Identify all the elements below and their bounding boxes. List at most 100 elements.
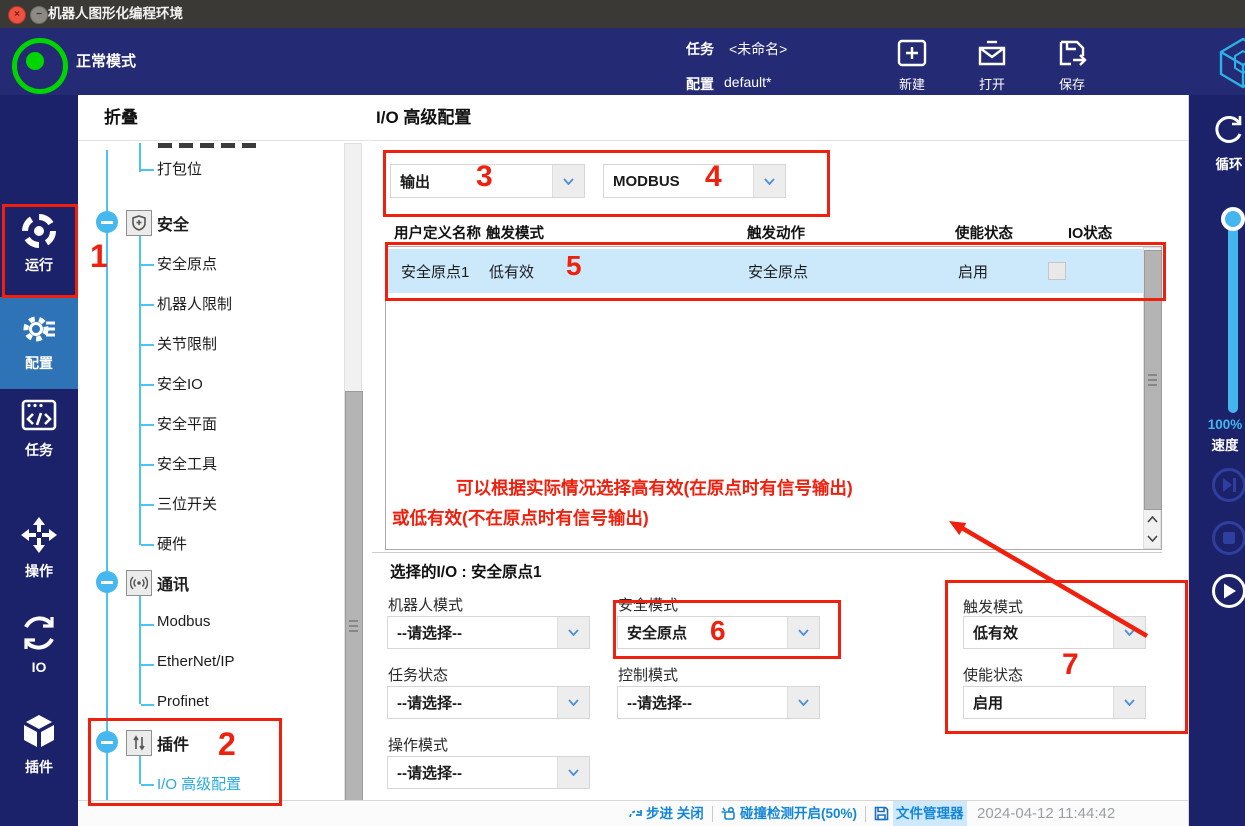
sidebar-item-config[interactable]: 配置	[0, 353, 78, 373]
selected-io-label: 选择的I/O : 安全原点1	[390, 560, 542, 582]
annotation-box-6	[613, 600, 841, 659]
chevron-down-icon	[557, 617, 589, 648]
title-bar: × − 机器人图形化编程环境	[0, 0, 1245, 29]
tree-item-safety-home[interactable]: 安全原点	[157, 253, 217, 274]
task-state-value: --请选择--	[388, 687, 557, 718]
step-mode-icon	[628, 806, 644, 822]
step-mode-status[interactable]: 步进 关闭	[646, 801, 704, 826]
mode-indicator-icon	[12, 38, 68, 94]
antenna-icon	[126, 570, 152, 596]
tree-item-profinet[interactable]: Profinet	[157, 693, 209, 710]
operate-mode-select[interactable]: --请选择--	[387, 756, 590, 789]
tree-item-ethernet-ip[interactable]: EtherNet/IP	[157, 653, 235, 670]
collapse-button[interactable]: 折叠	[78, 95, 369, 141]
control-mode-select[interactable]: --请选择--	[617, 686, 820, 719]
plugin-cube-icon[interactable]	[19, 711, 59, 751]
speed-value: 100%	[1199, 417, 1245, 432]
collapse-minus-icon[interactable]	[96, 211, 118, 233]
tree-item-clipped[interactable]	[158, 143, 262, 148]
tree-scrollbar-thumb[interactable]	[345, 391, 363, 826]
col-header-trigger-action: 触发动作	[747, 222, 805, 243]
config-label: 配置	[686, 74, 714, 94]
save-button-label: 保存	[1053, 74, 1091, 93]
page-title: I/O 高级配置	[370, 95, 1188, 141]
sidebar-item-io[interactable]: IO	[0, 659, 78, 675]
move-arrows-icon[interactable]	[19, 515, 59, 555]
save-button[interactable]: 保存	[1053, 34, 1091, 92]
task-label: 任务	[686, 39, 714, 59]
tree-item-three-position-switch[interactable]: 三位开关	[157, 493, 217, 514]
new-file-icon	[895, 36, 929, 70]
save-icon	[1055, 36, 1089, 70]
tree-group-communication[interactable]: 通讯	[157, 571, 189, 595]
task-code-icon[interactable]	[19, 395, 59, 435]
step-forward-icon[interactable]	[1211, 467, 1245, 503]
minimize-icon[interactable]: −	[30, 6, 48, 24]
sidebar-item-operate[interactable]: 操作	[0, 561, 78, 581]
tree-group-safety[interactable]: 安全	[157, 211, 189, 235]
collision-detect-status[interactable]: 碰撞检测开启(50%)	[740, 801, 857, 826]
speed-label: 速度	[1199, 434, 1245, 454]
open-button[interactable]: 打开	[973, 34, 1011, 92]
speed-slider[interactable]	[1228, 218, 1238, 413]
gear-icon[interactable]	[19, 309, 59, 349]
col-header-name: 用户定义名称	[394, 222, 481, 243]
tree-item-safety-tool[interactable]: 安全工具	[157, 453, 217, 474]
tree-scrollbar[interactable]	[344, 143, 362, 826]
file-manager-icon	[873, 805, 890, 822]
annotation-number-6: 6	[710, 615, 726, 647]
speed-slider-thumb[interactable]	[1221, 207, 1245, 231]
annotation-note-line1: 可以根据实际情况选择高有效(在原点时有信号输出)	[456, 475, 853, 500]
stop-icon[interactable]	[1211, 520, 1245, 556]
collision-detect-icon	[720, 805, 737, 822]
window-title: 机器人图形化编程环境	[48, 0, 183, 28]
tree-item-robot-limits[interactable]: 机器人限制	[157, 293, 232, 314]
separator	[865, 806, 866, 822]
operate-mode-value: --请选择--	[388, 757, 557, 788]
annotation-number-5: 5	[566, 250, 582, 282]
task-state-label: 任务状态	[388, 664, 448, 685]
config-value: default*	[724, 74, 771, 90]
brand-logo-icon	[1213, 33, 1245, 93]
datetime: 2024-04-12 11:44:42	[977, 801, 1115, 826]
loop-icon[interactable]	[1211, 112, 1245, 148]
config-tree-panel: 折叠 打包位 安全 安全原点 机器人限制 关节限制 安全IO 安全平面 安全工具	[78, 95, 371, 800]
chevron-down-icon	[787, 687, 819, 718]
tree-item-modbus[interactable]: Modbus	[157, 613, 210, 630]
annotation-arrow	[900, 500, 1180, 660]
annotation-note-line2: 或低有效(不在原点时有信号输出)	[392, 505, 649, 530]
tree-item-safety-planes[interactable]: 安全平面	[157, 413, 217, 434]
operate-mode-label: 操作模式	[388, 734, 448, 755]
annotation-number-2: 2	[218, 726, 236, 763]
file-manager-link[interactable]: 文件管理器	[893, 801, 967, 826]
separator	[712, 806, 713, 822]
close-icon[interactable]: ×	[8, 6, 26, 24]
annotation-number-1: 1	[90, 238, 108, 275]
sidebar-item-plugin[interactable]: 插件	[0, 757, 78, 777]
control-mode-value: --请选择--	[618, 687, 787, 718]
tree-item-joint-limits[interactable]: 关节限制	[157, 333, 217, 354]
chevron-down-icon	[557, 757, 589, 788]
new-button-label: 新建	[893, 74, 931, 93]
shield-icon	[126, 210, 152, 236]
io-cycle-icon[interactable]	[19, 613, 59, 653]
col-header-io-state: IO状态	[1068, 222, 1112, 243]
annotation-box-1	[2, 204, 78, 298]
open-file-icon	[975, 36, 1009, 70]
play-icon[interactable]	[1211, 573, 1245, 609]
tree-item-safety-io[interactable]: 安全IO	[157, 373, 203, 394]
mode-label: 正常模式	[76, 50, 136, 71]
task-state-select[interactable]: --请选择--	[387, 686, 590, 719]
tree-item-hardware[interactable]: 硬件	[157, 533, 187, 554]
collapse-minus-icon[interactable]	[96, 571, 118, 593]
annotation-box-5	[385, 242, 1166, 301]
new-button[interactable]: 新建	[893, 34, 931, 92]
control-mode-label: 控制模式	[618, 664, 678, 685]
tree-item-pack-position[interactable]: 打包位	[157, 158, 202, 179]
robot-mode-label: 机器人模式	[388, 594, 463, 615]
app-window: × − 机器人图形化编程环境 正常模式 任务 <未命名> 配置 default*…	[0, 0, 1245, 826]
col-header-trigger-mode: 触发模式	[486, 222, 544, 243]
robot-mode-select[interactable]: --请选择--	[387, 616, 590, 649]
app-header: 正常模式 任务 <未命名> 配置 default* 新建 打开	[0, 28, 1245, 95]
sidebar-item-task[interactable]: 任务	[0, 440, 78, 460]
